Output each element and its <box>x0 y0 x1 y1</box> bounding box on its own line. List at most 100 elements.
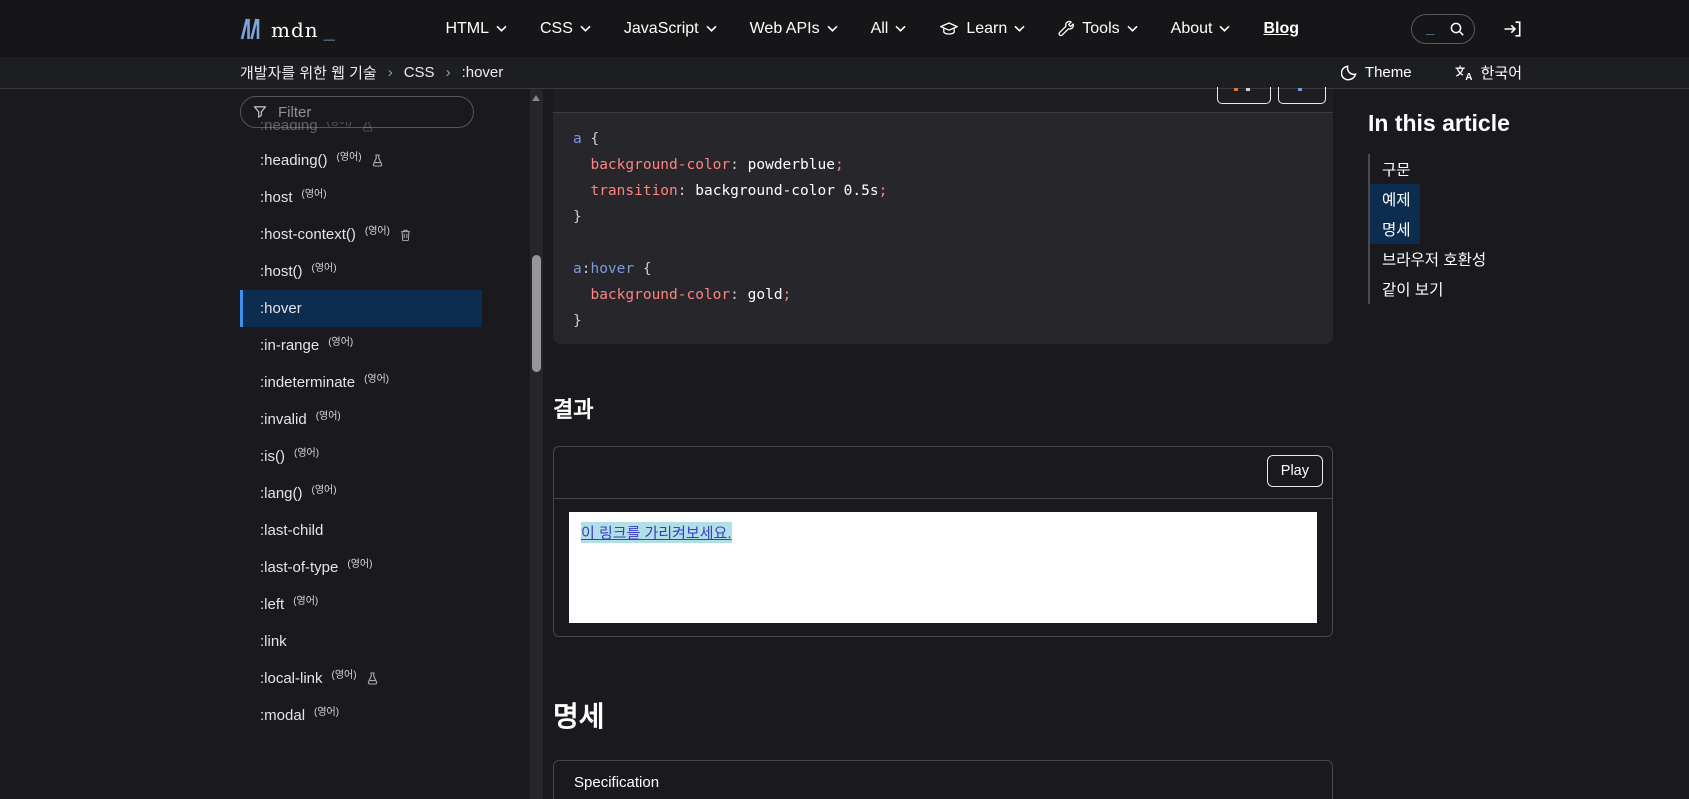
mdn-logo-cursor: _ <box>323 20 335 43</box>
english-only-badge: (영어) <box>301 189 327 200</box>
nav-label: Learn <box>966 19 1008 37</box>
nav-blog[interactable]: Blog <box>1263 20 1299 38</box>
code-line: background-color: powderblue; <box>590 157 844 173</box>
english-only-badge: (영어) <box>326 122 352 128</box>
code-toolbar-button-partial-2[interactable] <box>1278 87 1326 104</box>
toc-link-예제[interactable]: 예제 <box>1370 184 1420 214</box>
moon-icon <box>1340 64 1358 81</box>
sidebar-item-label: :is() <box>260 448 285 465</box>
scrollbar-thumb[interactable] <box>532 255 541 372</box>
sidebar-item-last-of-type[interactable]: :last-of-type (영어) <box>220 549 530 586</box>
play-button[interactable]: Play <box>1266 455 1323 487</box>
specifications-heading: 명세 <box>553 701 605 732</box>
breadcrumb-item: 개발자를 위한 웹 기술 <box>240 62 377 83</box>
translate-icon: A <box>1454 64 1474 81</box>
sidebar-item-indeterminate[interactable]: :indeterminate (영어) <box>220 364 530 401</box>
nav-label: About <box>1170 19 1213 37</box>
nav-javascript[interactable]: JavaScript <box>624 20 717 38</box>
nav-item: Web APIs <box>750 20 838 38</box>
nav-item: Tools <box>1058 19 1138 38</box>
sample-hover-link[interactable]: 이 링크를 가리켜보세요. <box>581 522 732 543</box>
sidebar-item-host-context[interactable]: :host-context() (영어) <box>220 216 530 253</box>
english-only-badge: (영어) <box>364 226 390 237</box>
sidebar-item-heading[interactable]: :heading() (영어) <box>220 142 530 179</box>
toc-link-명세[interactable]: 명세 <box>1370 214 1420 244</box>
toc-link-같이-보기[interactable]: 같이 보기 <box>1370 274 1452 304</box>
english-only-badge: (영어) <box>328 337 354 348</box>
sidebar-item-host[interactable]: :host (영어) <box>220 179 530 216</box>
sidebar-item-lang[interactable]: :lang() (영어) <box>220 475 530 512</box>
mdn-logo[interactable]: mdn _ <box>240 18 335 43</box>
chevron-down-icon <box>580 25 591 32</box>
nav-label: All <box>870 19 889 37</box>
code-toolbar-button-partial-1[interactable] <box>1217 87 1271 104</box>
nav-web-apis[interactable]: Web APIs <box>750 20 838 38</box>
nav-tools[interactable]: Tools <box>1058 19 1138 38</box>
spec-table-header: Specification <box>574 774 660 791</box>
code-line: } <box>573 313 582 329</box>
sidebar-item-invalid[interactable]: :invalid (영어) <box>220 401 530 438</box>
sidebar-item-last-child[interactable]: :last-child <box>220 512 530 549</box>
english-only-badge: (영어) <box>311 485 337 496</box>
nav-about[interactable]: About <box>1171 20 1231 38</box>
english-only-badge: (영어) <box>293 596 319 607</box>
breadcrumb-link-개발자를-위한-웹-기술[interactable]: 개발자를 위한 웹 기술 <box>240 65 377 82</box>
nav-css[interactable]: CSS <box>540 20 591 38</box>
sidebar-item-local-link[interactable]: :local-link (영어) <box>220 660 530 697</box>
theme-toggle-button[interactable]: Theme <box>1340 64 1412 81</box>
nav-item: JavaScript <box>624 20 717 38</box>
nav-html[interactable]: HTML <box>445 20 507 38</box>
sidebar-item-label: :lang() <box>260 485 303 502</box>
sidebar-item-heading[interactable]: :heading (영어) <box>220 122 530 142</box>
code-example-toolbar <box>553 87 1333 112</box>
theme-label: Theme <box>1364 64 1412 81</box>
nav-label: Blog <box>1263 19 1299 37</box>
nav-item: HTML <box>445 20 507 38</box>
nav-label: HTML <box>445 19 489 37</box>
english-only-badge: (영어) <box>315 411 341 422</box>
nav-label: Tools <box>1082 19 1120 37</box>
toc-item: 명세 <box>1370 214 1668 244</box>
nav-learn[interactable]: Learn <box>939 20 1025 38</box>
toc-link-구문[interactable]: 구문 <box>1370 154 1420 184</box>
css-code-block[interactable]: a { background-color: powderblue; transi… <box>553 112 1333 344</box>
english-only-badge: (영어) <box>314 707 340 718</box>
sidebar-item-is[interactable]: :is() (영어) <box>220 438 530 475</box>
sidebar-item-host[interactable]: :host() (영어) <box>220 253 530 290</box>
sidebar-item-modal[interactable]: :modal (영어) <box>220 697 530 734</box>
breadcrumb-link-hover[interactable]: :hover <box>462 64 504 81</box>
nav-label: Web APIs <box>749 19 820 37</box>
toc-link-브라우저-호환성[interactable]: 브라우저 호환성 <box>1370 244 1495 274</box>
breadcrumb-link-css[interactable]: CSS <box>404 64 435 81</box>
code-line: transition: background-color 0.5s; <box>590 183 888 199</box>
sidebar-item-label: :hover <box>260 300 302 317</box>
main-content: a { background-color: powderblue; transi… <box>553 87 1333 799</box>
search-placeholder: _ <box>1426 20 1435 37</box>
search-input[interactable]: _ <box>1411 13 1475 44</box>
scrollbar-up-arrow-icon[interactable] <box>532 95 540 101</box>
experimental-flask-icon <box>367 672 378 685</box>
result-heading: 결과 <box>553 397 594 422</box>
sidebar-item-label: :heading <box>260 122 318 134</box>
sidebar-item-hover[interactable]: :hover <box>240 290 482 327</box>
sidebar-item-in-range[interactable]: :in-range (영어) <box>220 327 530 364</box>
nav-all[interactable]: All <box>871 20 907 38</box>
sidebar-item-link[interactable]: :link <box>220 623 530 660</box>
chevron-down-icon <box>1014 25 1025 32</box>
specifications-table: Specification <box>553 760 1333 799</box>
breadcrumb-separator: › <box>445 64 451 81</box>
toolbar-icon-fragment <box>1246 88 1250 91</box>
language-switcher-button[interactable]: A 한국어 <box>1454 62 1522 83</box>
nav-label: CSS <box>540 19 573 37</box>
sidebar-item-left[interactable]: :left (영어) <box>220 586 530 623</box>
language-label: 한국어 <box>1480 65 1522 82</box>
deprecated-trash-icon <box>400 229 411 241</box>
english-only-badge: (영어) <box>364 374 390 385</box>
search-icon[interactable] <box>1449 21 1465 37</box>
mdn-logo-icon <box>240 18 266 40</box>
sidebar-scrollbar[interactable] <box>530 89 543 799</box>
sidebar-item-label: :invalid <box>260 411 307 428</box>
live-sample-frame: Play 이 링크를 가리켜보세요. <box>553 446 1333 637</box>
sign-in-button[interactable] <box>1503 20 1522 38</box>
chevron-down-icon <box>706 25 717 32</box>
